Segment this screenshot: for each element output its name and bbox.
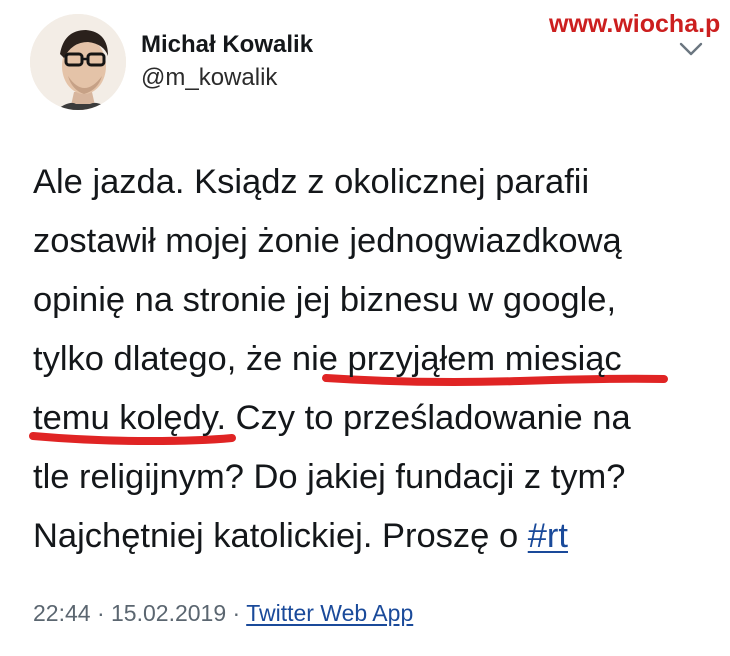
tweet-time: 22:44 [33, 600, 91, 626]
source-app-link[interactable]: Twitter Web App [246, 600, 413, 626]
tweet-meta: 22:44 · 15.02.2019 · Twitter Web App [33, 598, 413, 628]
chevron-down-icon[interactable] [678, 40, 704, 58]
user-handle[interactable]: @m_kowalik [141, 62, 313, 94]
avatar[interactable] [30, 14, 126, 110]
tweet-text-line: Ale jazda. Ksiądz z okolicznej parafii [33, 163, 590, 201]
tweet-text-segment: Najchętniej katolickiej. Proszę o [33, 517, 528, 555]
tweet-text-line: zostawił mojej żonie jednogwiazdkową [33, 222, 622, 260]
hashtag-link[interactable]: #rt [528, 517, 568, 555]
tweet-text-line: opinię na stronie jej biznesu w google, [33, 281, 617, 319]
tweet-card: Michał Kowalik @m_kowalik www.wiocha.pl … [0, 0, 730, 656]
watermark-logo: www.wiocha.pl www.wiocha.pl [546, 8, 722, 40]
tweet-text: Ale jazda. Ksiądz z okolicznej parafii z… [33, 160, 713, 560]
tweet-date: 15.02.2019 [111, 600, 227, 626]
meta-separator: · [96, 600, 105, 626]
avatar-portrait-icon [30, 14, 126, 110]
svg-text:www.wiocha.pl: www.wiocha.pl [548, 10, 722, 38]
display-name[interactable]: Michał Kowalik [141, 30, 313, 60]
tweet-text-line-last: Najchętniej katolickiej. Proszę o #rt [33, 514, 568, 558]
tweet-text-line: tle religijnym? Do jakiej fundacji z tym… [33, 458, 626, 496]
author-block: Michał Kowalik @m_kowalik [141, 30, 313, 94]
tweet-text-line: temu kolędy. Czy to prześladowanie na [33, 399, 631, 437]
tweet-text-line: tylko dlatego, że nie przyjąłem miesiąc [33, 340, 622, 378]
meta-separator: · [232, 600, 241, 626]
